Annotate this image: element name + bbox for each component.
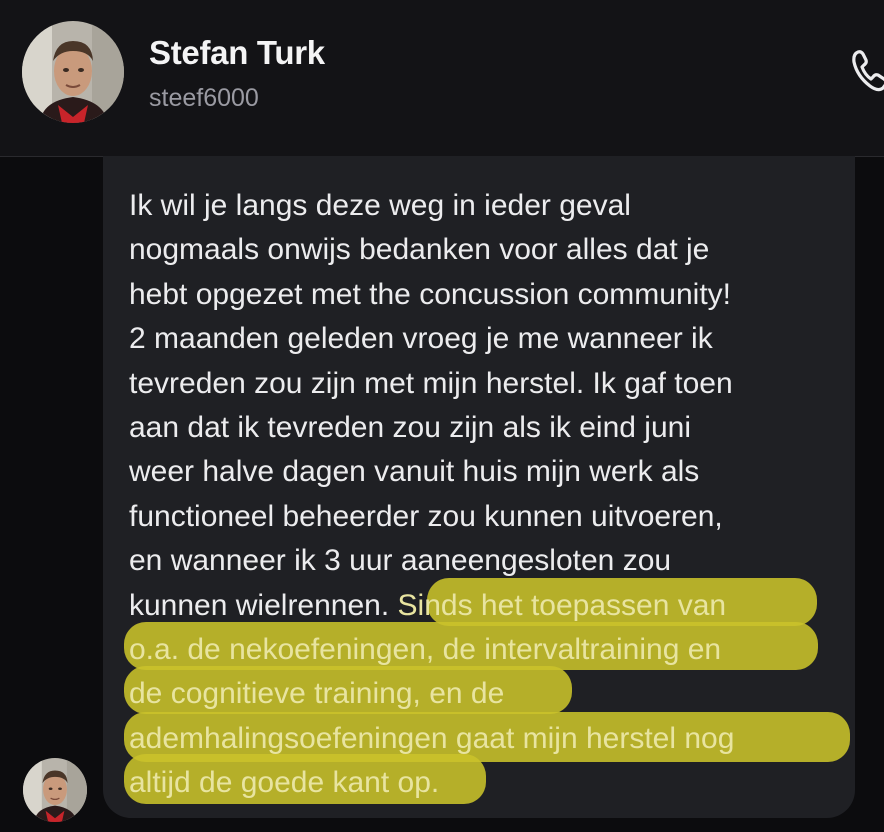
highlighted-text: o.a. de nekoefeningen, de intervaltraini… bbox=[129, 632, 722, 666]
contact-handle: steef6000 bbox=[149, 84, 259, 112]
avatar-photo bbox=[23, 758, 87, 822]
message-line: kunnen wielrennen. Sinds het toepassen v… bbox=[129, 584, 849, 628]
message-line-plain: kunnen wielrennen. bbox=[129, 588, 398, 622]
sender-avatar[interactable] bbox=[23, 758, 87, 822]
phone-icon[interactable] bbox=[850, 46, 884, 94]
chat-header: Stefan Turk steef6000 bbox=[0, 0, 884, 157]
message-line: 2 maanden geleden vroeg je me wanneer ik bbox=[129, 322, 713, 356]
message-text: Ik wil je langs deze weg in ieder geval … bbox=[129, 184, 849, 805]
highlighted-text: ademhalingsoefeningen gaat mijn herstel … bbox=[129, 721, 735, 755]
message-line: nogmaals onwijs bedanken voor alles dat … bbox=[129, 233, 710, 267]
message-line: tevreden zou zijn met mijn herstel. Ik g… bbox=[129, 366, 733, 400]
contact-avatar[interactable] bbox=[22, 21, 124, 123]
highlighted-text: de cognitieve training, en de bbox=[129, 677, 505, 711]
highlighted-text: altijd de goede kant op. bbox=[129, 766, 440, 800]
message-line: functioneel beheerder zou kunnen uitvoer… bbox=[129, 499, 723, 533]
message-line: hebt opgezet met the concussion communit… bbox=[129, 277, 731, 311]
message-line: aan dat ik tevreden zou zijn als ik eind… bbox=[129, 410, 692, 444]
avatar-photo bbox=[22, 21, 124, 123]
message-line: Ik wil je langs deze weg in ieder geval bbox=[129, 189, 631, 222]
contact-name: Stefan Turk bbox=[149, 34, 325, 71]
message-line: en wanneer ik 3 uur aaneengesloten zou bbox=[129, 544, 672, 578]
message-line: weer halve dagen vanuit huis mijn werk a… bbox=[129, 455, 700, 489]
highlighted-text: Sinds het toepassen van bbox=[397, 588, 727, 622]
